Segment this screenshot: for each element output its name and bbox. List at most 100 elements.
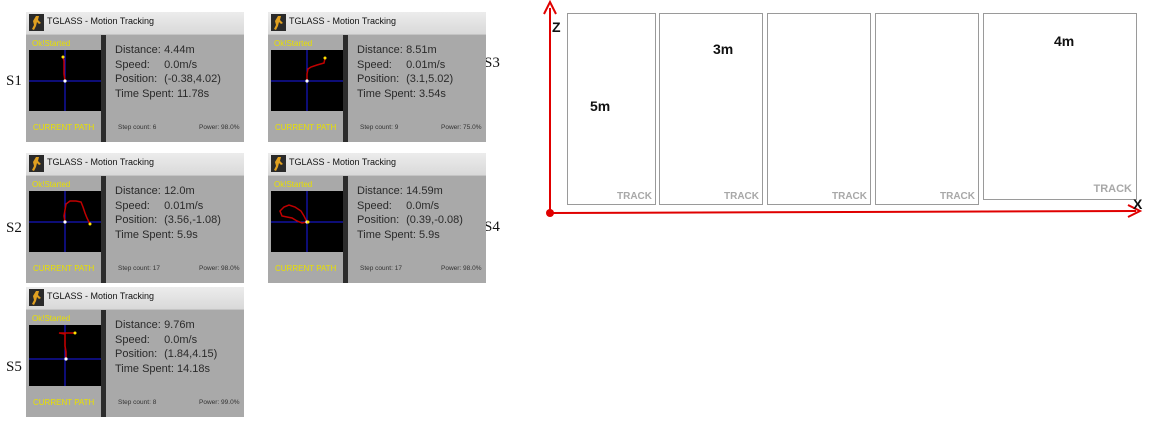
track-panel-1: TRACK — [567, 13, 656, 205]
distance-value: 4.44m — [164, 44, 195, 56]
start-point — [63, 220, 67, 224]
metrics: Distance: 14.59m Speed: 0.0m/s Position:… — [357, 184, 463, 242]
app-logo-icon — [271, 155, 286, 172]
step-count: Step count: 17 — [360, 265, 402, 272]
screen-s2: TGLASS - Motion Tracking Ok!Started CURR… — [26, 153, 244, 283]
metrics: Distance: 9.76m Speed: 0.0m/s Position: … — [115, 318, 217, 376]
track-panel-2: TRACK — [659, 13, 763, 205]
track-label: TRACK — [724, 191, 759, 202]
power: Power: 75.0% — [441, 124, 482, 131]
window-title: TGLASS - Motion Tracking — [47, 157, 155, 167]
metrics: Distance: 8.51m Speed: 0.01m/s Position:… — [357, 43, 453, 101]
screen-s5: TGLASS - Motion Tracking Ok!Started CURR… — [26, 287, 244, 417]
speed-label: Speed: — [357, 58, 392, 71]
walked-path — [58, 332, 75, 359]
time-spent-label: Time Spent: — [115, 362, 174, 375]
position-value: (-0.38,4.02) — [164, 73, 221, 85]
speed-value: 0.01m/s — [164, 199, 204, 212]
step-count-value: 8 — [152, 399, 157, 406]
time-spent-value: 11.78s — [176, 87, 210, 100]
divider — [343, 35, 348, 142]
track-label: TRACK — [832, 191, 867, 202]
dimension-label-4m: 4m — [1054, 33, 1075, 49]
distance-value: 8.51m — [406, 44, 437, 56]
screen-label-s4: S4 — [484, 219, 500, 235]
step-count-value: 17 — [394, 265, 402, 272]
screen-s3: TGLASS - Motion Tracking Ok!Started CURR… — [268, 12, 486, 142]
start-point — [63, 79, 67, 83]
title-bar: TGLASS - Motion Tracking — [26, 287, 244, 310]
walked-path — [63, 200, 91, 225]
speed-value: 0.01m/s — [406, 58, 446, 71]
speed-value: 0.0m/s — [164, 58, 198, 71]
power-value: 98.0% — [221, 265, 240, 272]
track-panel-3: TRACK — [767, 13, 871, 205]
power-value: 99.0% — [221, 399, 240, 406]
speed-label: Speed: — [115, 58, 150, 71]
divider — [343, 176, 348, 283]
current-point — [88, 222, 92, 226]
app-logo-icon — [29, 289, 44, 306]
path-display — [271, 50, 343, 111]
position-value: (0.39,-0.08) — [406, 214, 463, 226]
speed-value: 0.0m/s — [164, 333, 198, 346]
origin-point — [546, 209, 554, 217]
current-point — [61, 55, 65, 59]
screen-label-s3: S3 — [484, 55, 500, 71]
status-text: Ok!Started — [32, 314, 71, 323]
step-count: Step count: 8 — [118, 399, 157, 406]
current-path-label: CURRENT PATH — [275, 264, 337, 273]
step-count: Step count: 17 — [118, 265, 160, 272]
position-value: (3.1,5.02) — [406, 73, 454, 85]
status-text: Ok!Started — [274, 180, 313, 189]
app-logo-icon — [29, 155, 44, 172]
walked-path — [279, 204, 308, 224]
divider — [101, 35, 106, 142]
time-spent-label: Time Spent: — [357, 87, 416, 100]
z-axis-label: Z — [552, 19, 561, 35]
time-spent-label: Time Spent: — [115, 228, 174, 241]
power: Power: 98.0% — [199, 124, 240, 131]
time-spent-label: Time Spent: — [115, 87, 174, 100]
position-label: Position: — [357, 73, 400, 85]
distance-value: 12.0m — [164, 185, 195, 197]
current-path-label: CURRENT PATH — [33, 123, 95, 132]
current-path-label: CURRENT PATH — [33, 264, 95, 273]
distance-label: Distance: — [115, 319, 161, 331]
position-label: Position: — [115, 214, 158, 226]
path-display — [271, 191, 343, 252]
current-point — [73, 331, 77, 335]
track-panel-4: TRACK — [875, 13, 979, 205]
status-text: Ok!Started — [32, 39, 71, 48]
title-bar: TGLASS - Motion Tracking — [268, 12, 486, 35]
walked-path — [306, 57, 326, 81]
time-spent-value: 5.9s — [176, 228, 198, 241]
position-label: Position: — [115, 348, 158, 360]
app-logo-icon — [271, 14, 286, 31]
position-label: Position: — [357, 214, 400, 226]
x-axis-label: X — [1133, 196, 1143, 212]
track-label: TRACK — [1093, 183, 1133, 195]
power: Power: 99.0% — [199, 399, 240, 406]
path-display — [29, 325, 101, 386]
speed-label: Speed: — [357, 199, 392, 212]
window-title: TGLASS - Motion Tracking — [289, 157, 397, 167]
title-bar: TGLASS - Motion Tracking — [26, 153, 244, 176]
step-count-value: 6 — [152, 124, 157, 131]
speed-value: 0.0m/s — [406, 199, 440, 212]
dimension-label-3m: 3m — [713, 41, 734, 57]
distance-value: 14.59m — [406, 185, 443, 197]
current-path-label: CURRENT PATH — [275, 123, 337, 132]
position-label: Position: — [115, 73, 158, 85]
power-value: 75.0% — [463, 124, 482, 131]
status-text: Ok!Started — [274, 39, 313, 48]
power-value: 98.0% — [221, 124, 240, 131]
power: Power: 98.0% — [441, 265, 482, 272]
current-point — [323, 56, 327, 60]
time-spent-label: Time Spent: — [357, 228, 416, 241]
app-logo-icon — [29, 14, 44, 31]
distance-label: Distance: — [115, 44, 161, 56]
current-point — [306, 220, 310, 224]
x-axis — [549, 204, 1143, 218]
step-count-value: 9 — [394, 124, 399, 131]
